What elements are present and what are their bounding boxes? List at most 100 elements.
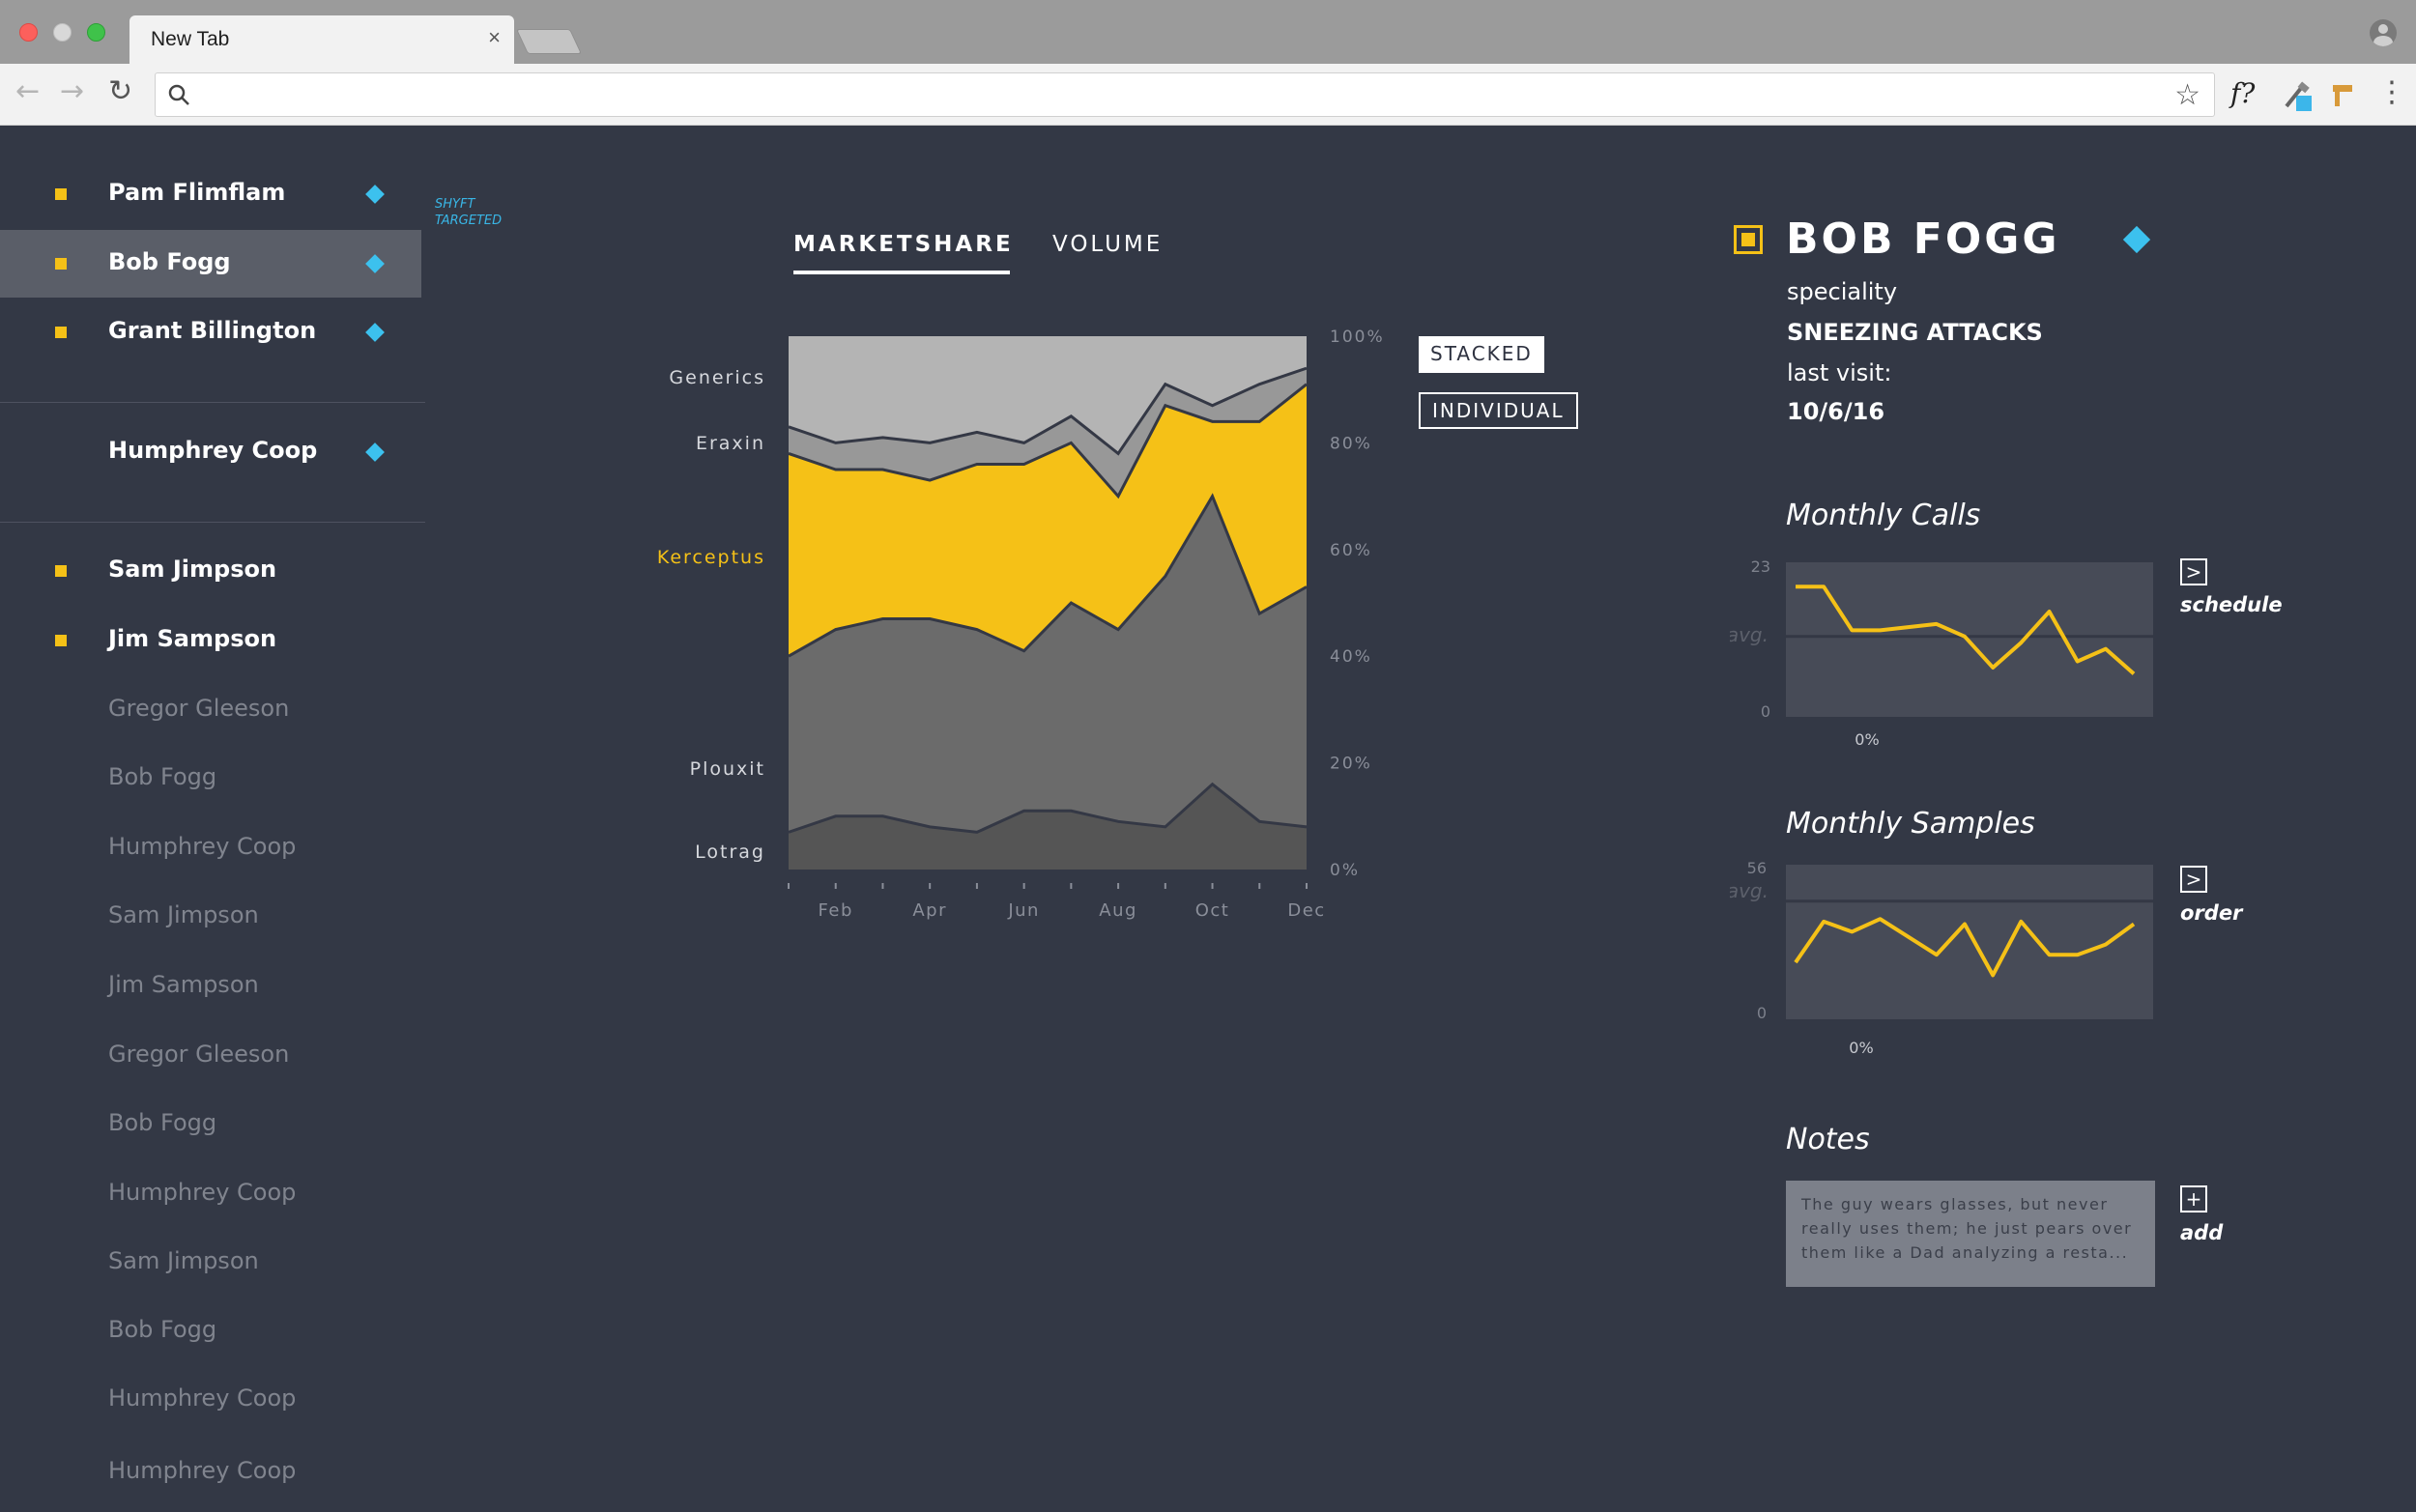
sidebar-item-label: Bob Fogg [108, 1109, 217, 1136]
shyft-targeted-diamond-icon [365, 442, 385, 462]
notes-title: Notes [1786, 1123, 1870, 1156]
tab-volume[interactable]: VOLUME [1052, 232, 1163, 257]
sidebar-item-label: Humphrey Coop [108, 437, 318, 464]
close-window-button[interactable] [19, 23, 38, 42]
sidebar-item[interactable]: Humphrey Coop [0, 1160, 421, 1228]
sidebar-item[interactable]: Sam Jimpson [0, 1229, 421, 1297]
speciality-label: speciality [1787, 278, 1898, 305]
shyft-targeted-diamond-icon [365, 185, 385, 204]
tab-title: New Tab [151, 28, 230, 50]
sidebar-item-label: Grant Billington [108, 317, 317, 344]
address-bar[interactable]: ☆ [155, 72, 2215, 117]
sidebar-item-label: Jim Sampson [108, 971, 259, 998]
monthly-calls-title: Monthly Calls [1786, 499, 1981, 532]
monthly-calls-chart: 23 0 avg. 0% [1730, 557, 2153, 749]
series-label-plouxit: Plouxit [690, 758, 765, 780]
y-max-label: 23 [1751, 557, 1770, 576]
extension-hammer-icon[interactable] [2329, 81, 2358, 110]
profile-icon[interactable] [2370, 19, 2397, 46]
sidebar-item[interactable]: Grant Billington [0, 299, 421, 366]
x-tick-label: Apr [912, 900, 947, 921]
browser-menu-icon[interactable]: ⋮ [2377, 75, 2406, 109]
add-note-link[interactable]: add [2180, 1221, 2223, 1244]
doctor-name: BOB FOGG [1786, 214, 2060, 264]
sidebar-item[interactable]: Bob Fogg [0, 1298, 421, 1365]
order-link[interactable]: order [2180, 901, 2242, 925]
mini-chart-plot-area [1786, 865, 2153, 1019]
sidebar-item[interactable]: Gregor Gleeson [0, 676, 421, 744]
series-label-kerceptus: Kerceptus [657, 547, 765, 568]
series-label-generics: Generics [669, 367, 765, 388]
sidebar-item[interactable]: Bob Fogg [0, 745, 421, 813]
sidebar-item-label: Bob Fogg [108, 763, 217, 790]
browser-tab[interactable]: New Tab × [129, 15, 514, 64]
percent-change-label: 0% [1855, 730, 1879, 749]
sidebar-item[interactable]: Humphrey Coop [0, 418, 421, 486]
speciality-value: SNEEZING ATTACKS [1787, 319, 2043, 346]
y-tick-label: 20% [1330, 755, 1372, 774]
active-tab-underline [793, 271, 1010, 274]
y-tick-label: 100% [1330, 328, 1385, 347]
x-tick-label: Feb [819, 900, 853, 921]
minimize-window-button[interactable] [53, 23, 72, 42]
priority-square-icon [55, 258, 67, 270]
individual-toggle-button[interactable]: INDIVIDUAL [1419, 392, 1578, 429]
series-label-eraxin: Eraxin [696, 433, 765, 454]
sidebar-divider [0, 522, 425, 523]
shyft-targeted-legend: SHYFT TARGETED [435, 197, 503, 228]
order-arrow-icon[interactable]: > [2180, 866, 2207, 893]
forward-arrow-icon[interactable]: → [60, 77, 84, 106]
sidebar-item[interactable]: Bob Fogg [0, 230, 421, 298]
x-tick-label: Aug [1099, 900, 1137, 921]
sidebar-item[interactable]: Humphrey Coop [0, 1439, 421, 1506]
y-tick-label: 80% [1330, 434, 1372, 453]
sidebar-item[interactable]: Humphrey Coop [0, 1366, 421, 1434]
new-tab-button[interactable] [515, 29, 583, 54]
sidebar-item[interactable]: Pam Flimflam [0, 160, 421, 228]
browser-titlebar: New Tab × [0, 0, 2416, 64]
tab-close-icon[interactable]: × [488, 25, 501, 50]
shyft-targeted-diamond-icon [365, 254, 385, 273]
percent-change-label: 0% [1849, 1039, 1873, 1057]
sidebar-item-label: Sam Jimpson [108, 1247, 259, 1274]
sidebar-item-label: Jim Sampson [108, 625, 277, 652]
x-tick-label: Jun [1007, 900, 1040, 921]
sidebar-item[interactable]: Jim Sampson [0, 607, 421, 674]
stacked-toggle-button[interactable]: STACKED [1419, 336, 1544, 373]
sidebar-item-label: Humphrey Coop [108, 833, 297, 860]
y-min-label: 0 [1761, 702, 1770, 721]
series-label-lotrag: Lotrag [695, 842, 765, 863]
priority-square-icon [55, 635, 67, 646]
doctor-marker-icon [1734, 225, 1763, 254]
sidebar-item[interactable]: Jim Sampson [0, 953, 421, 1020]
marketshare-chart: 0% 20% 40% 60% 80% 100% Feb Apr Jun Aug Oct Dec Lotr… [657, 328, 1385, 921]
schedule-arrow-icon[interactable]: > [2180, 558, 2207, 585]
search-icon [168, 84, 189, 105]
sidebar-item-label: Sam Jimpson [108, 901, 259, 928]
sidebar-item[interactable]: Humphrey Coop [0, 814, 421, 882]
sidebar-item-label: Pam Flimflam [108, 179, 286, 206]
sidebar-item-label: Bob Fogg [108, 1316, 217, 1343]
x-tick-label: Oct [1195, 900, 1230, 921]
sidebar-item[interactable]: Sam Jimpson [0, 883, 421, 951]
browser-toolbar: ← → ↻ ☆ f? ⋮ [0, 64, 2416, 126]
tab-marketshare[interactable]: MARKETSHARE [793, 232, 1014, 257]
zoom-window-button[interactable] [87, 23, 105, 42]
add-note-plus-icon[interactable]: + [2180, 1185, 2207, 1212]
reload-icon[interactable]: ↻ [108, 77, 132, 106]
bookmark-star-icon[interactable]: ☆ [2174, 78, 2200, 112]
x-tick-label: Dec [1287, 900, 1325, 921]
sidebar-item[interactable]: Sam Jimpson [0, 537, 421, 605]
sidebar-item-label: Gregor Gleeson [108, 1041, 290, 1068]
back-arrow-icon[interactable]: ← [15, 77, 40, 106]
extension-function-icon[interactable]: f? [2230, 77, 2255, 109]
extension-tool-icon[interactable] [2283, 81, 2315, 114]
sidebar-item[interactable]: Gregor Gleeson [0, 1022, 421, 1090]
avg-label: avg. [1730, 623, 1769, 646]
schedule-link[interactable]: schedule [2180, 593, 2283, 616]
notes-box[interactable]: The guy wears glasses, but never really … [1786, 1181, 2155, 1287]
sidebar-item[interactable]: Bob Fogg [0, 1091, 421, 1158]
monthly-samples-chart: 56 0 avg. 0% [1730, 859, 2153, 1057]
y-max-label: 56 [1747, 859, 1767, 877]
sidebar-item-label: Humphrey Coop [108, 1384, 297, 1412]
